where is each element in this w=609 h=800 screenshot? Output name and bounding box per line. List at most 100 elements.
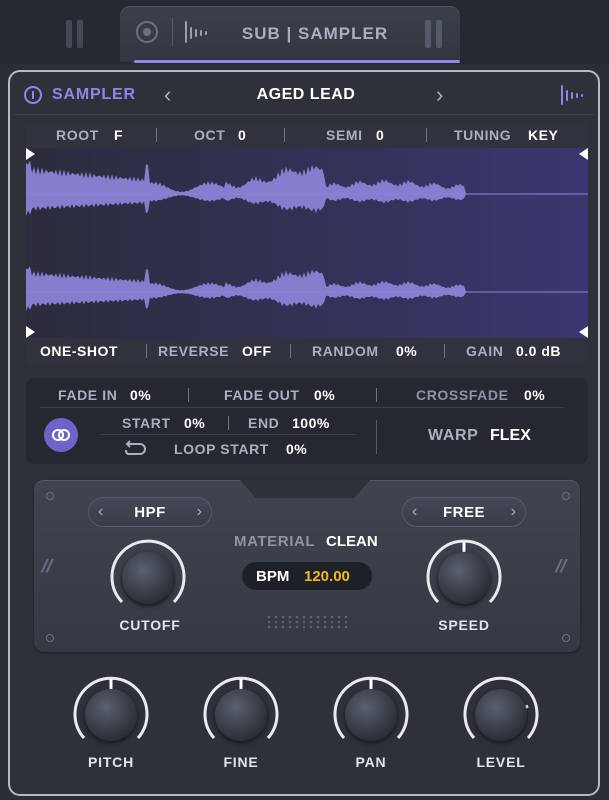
cutoff-knob-cap — [122, 552, 174, 604]
power-icon[interactable] — [24, 86, 42, 104]
grid-dot — [288, 620, 292, 624]
info-separator — [284, 128, 285, 142]
tuning-value[interactable]: KEY — [528, 127, 558, 143]
loop-icon[interactable] — [122, 440, 146, 458]
grid-dot — [295, 620, 299, 624]
speed-prev-icon[interactable]: ‹ — [412, 503, 417, 521]
pan-knob[interactable] — [332, 676, 410, 754]
record-icon[interactable] — [136, 21, 158, 43]
grid-dot — [316, 615, 320, 619]
waveform-channel — [26, 160, 588, 217]
waveform-panel: ROOT F OCT 0 SEMI 0 TUNING KEY ONE-SHOT … — [26, 122, 588, 364]
sample-options-bar: ONE-SHOT REVERSE OFF RANDOM 0% GAIN 0.0 … — [26, 338, 588, 364]
section-title: SAMPLER — [52, 86, 136, 103]
reverse-label: REVERSE — [158, 343, 230, 359]
pan-label: PAN — [355, 754, 387, 770]
waveform-display[interactable] — [26, 148, 588, 338]
end-marker-top-icon[interactable] — [579, 148, 588, 160]
waveform-channel — [26, 266, 588, 312]
fine-knob[interactable] — [202, 676, 280, 754]
waveform-graph — [26, 160, 588, 312]
grid-dot — [295, 625, 299, 629]
bpm-value[interactable]: 120.00 — [304, 568, 350, 585]
pause-icon-right[interactable] — [425, 20, 445, 48]
sampler-wave-icon-accent[interactable] — [560, 84, 586, 106]
random-value[interactable]: 0% — [396, 343, 417, 359]
info-separator — [426, 128, 427, 142]
grid-dot — [281, 615, 285, 619]
filter-prev-icon[interactable]: ‹ — [98, 503, 103, 521]
loop-start-value[interactable]: 0% — [286, 441, 307, 457]
grid-dot — [344, 625, 348, 629]
fine-label: FINE — [223, 754, 259, 770]
root-label: ROOT — [56, 127, 99, 143]
playback-separator — [228, 416, 229, 430]
start-marker-top-icon[interactable] — [26, 148, 35, 160]
tab-divider — [172, 18, 173, 46]
link-icon — [52, 429, 70, 441]
preset-name[interactable]: AGED LEAD — [220, 86, 392, 104]
fine-knob-cap — [215, 689, 267, 741]
pan-knob-cap — [345, 689, 397, 741]
fade-out-label: FADE OUT — [224, 387, 300, 403]
warp-value[interactable]: FLEX — [490, 427, 531, 445]
crossfade-value[interactable]: 0% — [524, 387, 545, 403]
grid-dot — [330, 620, 334, 624]
options-separator — [290, 344, 291, 358]
bpm-label: BPM — [256, 568, 290, 585]
screw-icon — [46, 634, 54, 642]
fx-panel-notch — [240, 480, 370, 498]
loop-start-label: LOOP START — [174, 441, 269, 457]
grid-dot — [344, 615, 348, 619]
gain-label: GAIN — [466, 343, 504, 359]
playback-row-divider — [40, 407, 564, 408]
grid-dot — [309, 625, 313, 629]
speed-knob-cap — [438, 552, 490, 604]
filter-type-selector[interactable]: ‹ HPF › — [88, 497, 212, 527]
random-label: RANDOM — [312, 343, 379, 359]
preset-next-button[interactable]: › — [436, 82, 443, 108]
grid-dot — [316, 625, 320, 629]
fade-out-value[interactable]: 0% — [314, 387, 335, 403]
speed-next-icon[interactable]: › — [511, 503, 516, 521]
level-knob[interactable] — [462, 676, 540, 754]
playback-mode[interactable]: ONE-SHOT — [40, 343, 118, 359]
options-separator — [444, 344, 445, 358]
end-value[interactable]: 100% — [292, 415, 330, 431]
end-marker-bottom-icon[interactable] — [579, 326, 588, 338]
reverse-value[interactable]: OFF — [242, 343, 272, 359]
semi-value[interactable]: 0 — [376, 127, 384, 143]
material-value[interactable]: CLEAN — [326, 533, 378, 550]
speed-mode-value: FREE — [442, 503, 485, 521]
grid-dot — [337, 625, 341, 629]
level-label: LEVEL — [476, 754, 526, 770]
fade-in-label: FADE IN — [58, 387, 118, 403]
grid-dot — [337, 615, 341, 619]
pitch-knob[interactable] — [72, 676, 150, 754]
speed-knob[interactable] — [424, 538, 504, 618]
cutoff-label: CUTOFF — [119, 617, 181, 633]
sampler-wave-icon — [185, 21, 207, 43]
oct-value[interactable]: 0 — [238, 127, 246, 143]
grid-dot — [267, 615, 271, 619]
speed-mode-selector[interactable]: ‹ FREE › — [402, 497, 526, 527]
screw-icon — [562, 492, 570, 500]
sample-info-bar: ROOT F OCT 0 SEMI 0 TUNING KEY — [26, 122, 588, 148]
screw-icon — [46, 492, 54, 500]
grid-dot — [267, 620, 271, 624]
filter-next-icon[interactable]: › — [197, 503, 202, 521]
pause-icon-left[interactable] — [66, 20, 86, 48]
speed-label: SPEED — [438, 617, 490, 633]
start-value[interactable]: 0% — [184, 415, 205, 431]
tuning-label: TUNING — [454, 127, 512, 143]
cutoff-knob[interactable] — [108, 538, 188, 618]
link-button[interactable] — [44, 418, 78, 452]
fade-in-value[interactable]: 0% — [130, 387, 151, 403]
preset-prev-button[interactable]: ‹ — [164, 82, 171, 108]
bpm-display[interactable]: BPM 120.00 — [242, 562, 372, 590]
grid-dot — [281, 620, 285, 624]
start-marker-bottom-icon[interactable] — [26, 326, 35, 338]
gain-value[interactable]: 0.0 dB — [516, 343, 561, 359]
root-value[interactable]: F — [114, 127, 123, 143]
crossfade-label: CROSSFADE — [416, 387, 509, 403]
